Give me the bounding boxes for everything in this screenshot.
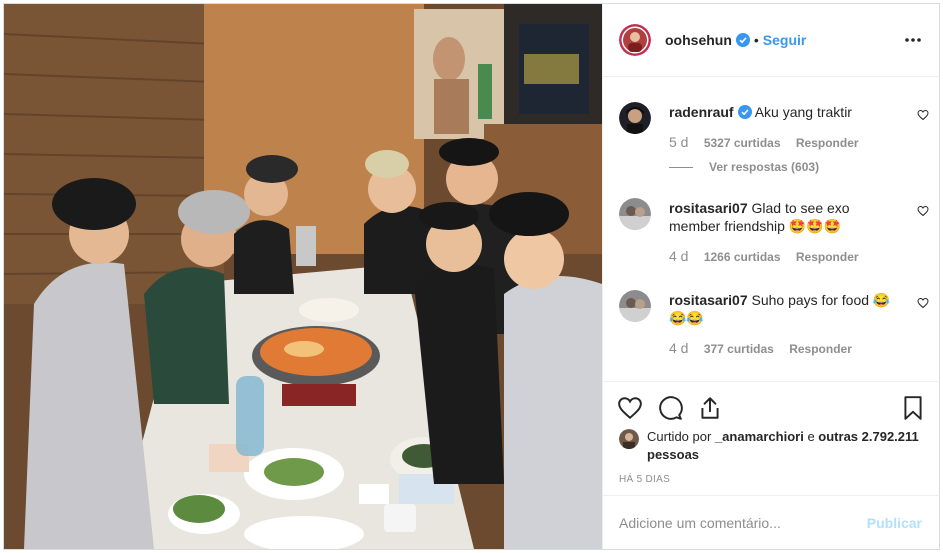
commenter-username[interactable]: radenrauf — [669, 104, 734, 120]
comment-text: rositasari07 Suho pays for food 😂😂😂 — [669, 291, 897, 327]
verified-badge-icon — [737, 105, 752, 119]
add-comment-bar: Publicar — [603, 495, 940, 549]
author-username[interactable]: oohsehun — [665, 32, 732, 48]
commenter-username[interactable]: rositasari07 — [669, 292, 748, 308]
comments-list[interactable]: radenrauf Aku yang traktir 5 d 5327 curt… — [603, 78, 940, 380]
comment-meta: 5 d 5327 curtidas Responder — [669, 134, 871, 150]
likes-and: e — [807, 429, 815, 444]
comment-likes[interactable]: 5327 curtidas — [704, 136, 781, 150]
commenter-username[interactable]: rositasari07 — [669, 200, 748, 216]
header-separator: • — [753, 32, 759, 48]
comment-like-heart-icon[interactable] — [917, 296, 929, 309]
post-header: oohsehun • Seguir — [603, 4, 940, 77]
reply-button[interactable]: Responder — [789, 342, 852, 356]
post-container: oohsehun • Seguir radenrauf Aku yang tra… — [3, 3, 940, 550]
comment-time[interactable]: 5 d — [669, 134, 688, 150]
comment-text: rositasari07 Glad to see exo member frie… — [669, 199, 897, 235]
comment-time[interactable]: 4 d — [669, 340, 688, 356]
reply-button[interactable]: Responder — [796, 136, 859, 150]
view-replies-line — [669, 167, 693, 169]
comment-item: rositasari07 Suho pays for food 😂😂😂 4 d … — [619, 290, 929, 370]
likes-summary: Curtido por _anamarchiori e outras 2.792… — [619, 428, 919, 464]
comment-time[interactable]: 4 d — [669, 248, 688, 264]
liker-avatar[interactable] — [619, 429, 639, 449]
more-options-icon[interactable] — [904, 31, 922, 49]
post-sidebar: oohsehun • Seguir radenrauf Aku yang tra… — [602, 4, 940, 549]
comment-item: radenrauf Aku yang traktir 5 d 5327 curt… — [619, 102, 929, 182]
view-replies-label: Ver respostas (603) — [709, 160, 820, 174]
commenter-avatar[interactable] — [619, 102, 651, 134]
heart-icon[interactable] — [617, 395, 643, 421]
comment-meta: 4 d 1266 curtidas Responder — [669, 248, 871, 264]
verified-badge-icon — [735, 33, 750, 47]
likes-prefix: Curtido por — [647, 429, 712, 444]
reply-button[interactable]: Responder — [796, 250, 859, 264]
follow-button[interactable]: Seguir — [763, 32, 807, 48]
commenter-avatar[interactable] — [619, 198, 651, 230]
comment-meta: 4 d 377 curtidas Responder — [669, 340, 864, 356]
likes-text: Curtido por _anamarchiori e outras 2.792… — [647, 428, 919, 464]
comment-likes[interactable]: 377 curtidas — [704, 342, 774, 356]
author-avatar[interactable] — [619, 24, 651, 56]
comment-like-heart-icon[interactable] — [917, 108, 929, 121]
commenter-avatar[interactable] — [619, 290, 651, 322]
liker-username[interactable]: _anamarchiori — [715, 429, 804, 444]
comment-like-heart-icon[interactable] — [917, 204, 929, 217]
comment-icon[interactable] — [657, 395, 683, 421]
share-icon[interactable] — [697, 395, 723, 421]
post-photo[interactable] — [4, 4, 602, 549]
post-actions: Curtido por _anamarchiori e outras 2.792… — [603, 381, 940, 495]
comment-item: rositasari07 Glad to see exo member frie… — [619, 198, 929, 278]
comment-body: Aku yang traktir — [754, 104, 852, 120]
comment-likes[interactable]: 1266 curtidas — [704, 250, 781, 264]
view-replies-button[interactable]: Ver respostas (603) — [669, 160, 819, 174]
post-timestamp[interactable]: HÁ 5 DIAS — [619, 474, 670, 485]
comment-input[interactable] — [619, 510, 859, 536]
comment-text: radenrauf Aku yang traktir — [669, 103, 897, 121]
bookmark-icon[interactable] — [900, 395, 926, 421]
publish-button[interactable]: Publicar — [867, 515, 922, 531]
